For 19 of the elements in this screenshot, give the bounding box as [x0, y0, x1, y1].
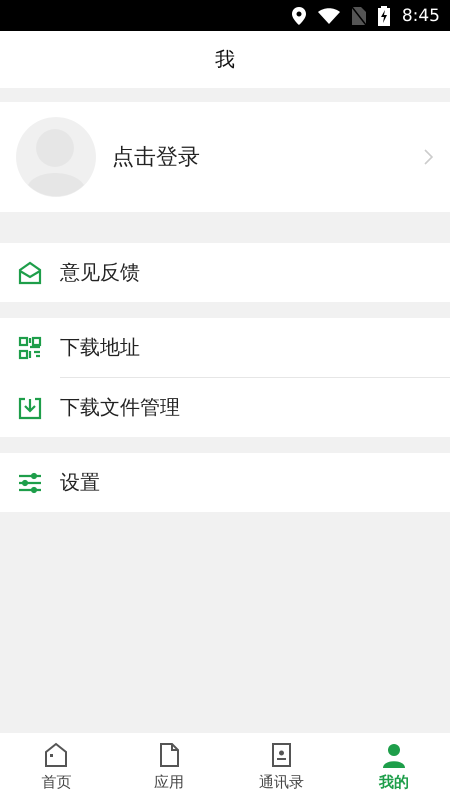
menu-item[interactable]: 意见反馈	[0, 243, 450, 302]
login-label: 点击登录	[112, 144, 201, 172]
menu-item[interactable]: 下载文件管理	[0, 378, 450, 437]
page-title: 我	[215, 46, 235, 73]
qr-code-icon	[17, 334, 43, 360]
status-time: 8:45	[402, 6, 440, 26]
no-sim-icon	[352, 6, 366, 24]
battery-charging-icon	[378, 6, 390, 26]
login-card[interactable]: 点击登录	[0, 102, 450, 212]
nav-tab[interactable]: 通讯录	[225, 733, 338, 799]
menu-item[interactable]: 设置	[0, 453, 450, 512]
envelope-icon	[17, 260, 43, 286]
avatar-icon	[16, 117, 96, 197]
nav-tab[interactable]: 首页	[0, 733, 112, 799]
wifi-icon	[318, 8, 340, 24]
nav-tab[interactable]: 应用	[112, 733, 225, 799]
location-icon	[292, 6, 306, 24]
menu-item[interactable]: 下载地址	[0, 318, 450, 377]
chevron-right-icon	[424, 149, 434, 165]
